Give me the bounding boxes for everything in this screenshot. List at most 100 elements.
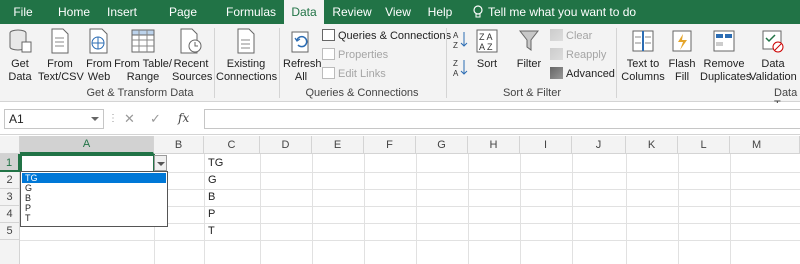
column-header-f[interactable]: F — [364, 136, 416, 154]
gridline — [468, 154, 469, 264]
name-box[interactable]: A1 — [4, 109, 104, 129]
svg-text:A Z: A Z — [479, 42, 493, 52]
dropdown-option-tg[interactable]: TG — [22, 173, 166, 183]
clear-label: Clear — [566, 30, 593, 42]
from-web-button[interactable]: From Web — [84, 24, 114, 86]
data-validation-button[interactable]: Data Validation — [748, 24, 798, 86]
enter-icon[interactable]: ✓ — [150, 111, 161, 127]
gridline — [572, 154, 573, 264]
advanced-filter-button[interactable]: Advanced — [550, 67, 615, 81]
column-header-m[interactable]: M — [730, 136, 800, 154]
existing-connections-button[interactable]: Existing Connections — [216, 24, 277, 86]
tab-help[interactable]: Help — [424, 0, 456, 24]
validation-dropdown-button[interactable] — [154, 155, 167, 171]
select-all-button[interactable] — [0, 136, 20, 154]
sort-button[interactable]: Z AA Z Sort — [472, 24, 502, 86]
remove-duplicates-button[interactable]: Remove Duplicates — [700, 24, 752, 86]
validation-dropdown-list: TG G B P T — [20, 171, 168, 227]
formula-bar-handle-icon[interactable]: ⋮ — [108, 113, 119, 124]
row-header-3[interactable]: 3 — [0, 189, 20, 206]
text-file-icon — [51, 28, 69, 54]
recent-sources-button[interactable]: Recent Sources — [172, 24, 212, 86]
row-header-2[interactable]: 2 — [0, 172, 20, 189]
cell-c3[interactable]: B — [204, 189, 215, 206]
column-header-a[interactable]: A — [20, 136, 154, 154]
tab-home[interactable]: Home — [54, 0, 94, 24]
cell-c5[interactable]: T — [204, 223, 215, 240]
column-header-e[interactable]: E — [312, 136, 364, 154]
tab-insert[interactable]: Insert — [102, 0, 142, 24]
tab-page-layout[interactable]: Page Layout — [150, 0, 216, 43]
chevron-down-icon[interactable] — [91, 117, 99, 121]
formula-input[interactable] — [204, 109, 800, 129]
column-header-g[interactable]: G — [416, 136, 468, 154]
tab-file[interactable]: File — [6, 0, 40, 24]
sort-descending-button[interactable]: ZA — [452, 58, 468, 82]
dropdown-option-b[interactable]: B — [22, 193, 166, 203]
tab-formulas[interactable]: Formulas — [224, 0, 278, 24]
properties-label: Properties — [338, 49, 389, 61]
tab-review[interactable]: Review — [330, 0, 374, 24]
table-icon — [131, 29, 155, 53]
column-header-l[interactable]: L — [678, 136, 730, 154]
sort-dialog-icon: Z AA Z — [476, 29, 498, 53]
row-header-4[interactable]: 4 — [0, 206, 20, 223]
group-label-queries: Queries & Connections — [305, 87, 419, 99]
text-to-columns-label-2: Columns — [621, 71, 665, 83]
svg-text:Z A: Z A — [479, 32, 493, 42]
column-header-b[interactable]: B — [154, 136, 204, 154]
from-table-range-button[interactable]: From Table/ Range — [114, 24, 172, 86]
properties-button[interactable]: Properties — [322, 48, 388, 62]
row-header-6[interactable] — [0, 240, 20, 264]
filter-button[interactable]: Filter — [512, 24, 546, 86]
existing-connections-label-1: Existing — [226, 58, 266, 70]
formula-bar: A1 ⋮ ✕ ✓ fx — [0, 103, 800, 135]
edit-links-button[interactable]: Edit Links — [322, 67, 386, 81]
reapply-button[interactable]: Reapply — [550, 48, 606, 62]
from-web-label-2: Web — [87, 71, 111, 83]
remove-duplicates-label-2: Duplicates — [700, 71, 752, 83]
cell-c2[interactable]: G — [204, 172, 217, 189]
row-header-1[interactable]: 1 — [0, 154, 20, 172]
text-to-columns-button[interactable]: Text to Columns — [620, 24, 666, 86]
tab-data[interactable]: Data — [284, 0, 324, 24]
remove-duplicates-label-1: Remove — [703, 58, 745, 70]
tab-view[interactable]: View — [382, 0, 414, 24]
properties-icon — [322, 48, 335, 60]
insert-function-button[interactable]: fx — [178, 111, 189, 125]
svg-text:Z: Z — [453, 59, 458, 68]
dropdown-option-g[interactable]: G — [22, 183, 166, 193]
column-header-i[interactable]: I — [520, 136, 572, 154]
sort-label: Sort — [476, 58, 498, 70]
cell-c4[interactable]: P — [204, 206, 215, 223]
queries-connections-button[interactable]: Queries & Connections — [322, 29, 451, 43]
ribbon-tab-bar: File Home Insert Page Layout Formulas Da… — [0, 0, 800, 43]
gridline — [20, 240, 800, 241]
column-header-d[interactable]: D — [260, 136, 312, 154]
queries-icon — [322, 29, 335, 41]
sort-ascending-button[interactable]: AZ — [452, 30, 468, 53]
get-data-button[interactable]: Get Data — [2, 24, 38, 86]
flash-fill-button[interactable]: Flash Fill — [666, 24, 698, 86]
row-header-5[interactable]: 5 — [0, 223, 20, 240]
dropdown-option-t[interactable]: T — [22, 213, 166, 223]
gridline — [678, 154, 679, 264]
lightbulb-icon — [473, 5, 483, 18]
refresh-all-button[interactable]: Refresh All — [283, 24, 322, 86]
column-header-c[interactable]: C — [204, 136, 260, 154]
cancel-icon[interactable]: ✕ — [124, 111, 135, 127]
group-label-get-transform: Get & Transform Data — [86, 87, 194, 99]
column-header-k[interactable]: K — [626, 136, 678, 154]
cell-c1[interactable]: TG — [204, 155, 223, 172]
dropdown-option-p[interactable]: P — [22, 203, 166, 213]
from-text-csv-button[interactable]: From Text/CSV — [38, 24, 84, 86]
name-box-value: A1 — [9, 112, 24, 126]
advanced-label: Advanced — [566, 68, 615, 80]
connections-file-icon — [237, 28, 255, 54]
column-header-h[interactable]: H — [468, 136, 520, 154]
gridline — [312, 154, 313, 264]
clear-filter-button[interactable]: Clear — [550, 29, 592, 43]
svg-text:Z: Z — [453, 41, 458, 50]
column-header-j[interactable]: J — [572, 136, 626, 154]
group-separator — [446, 28, 447, 98]
